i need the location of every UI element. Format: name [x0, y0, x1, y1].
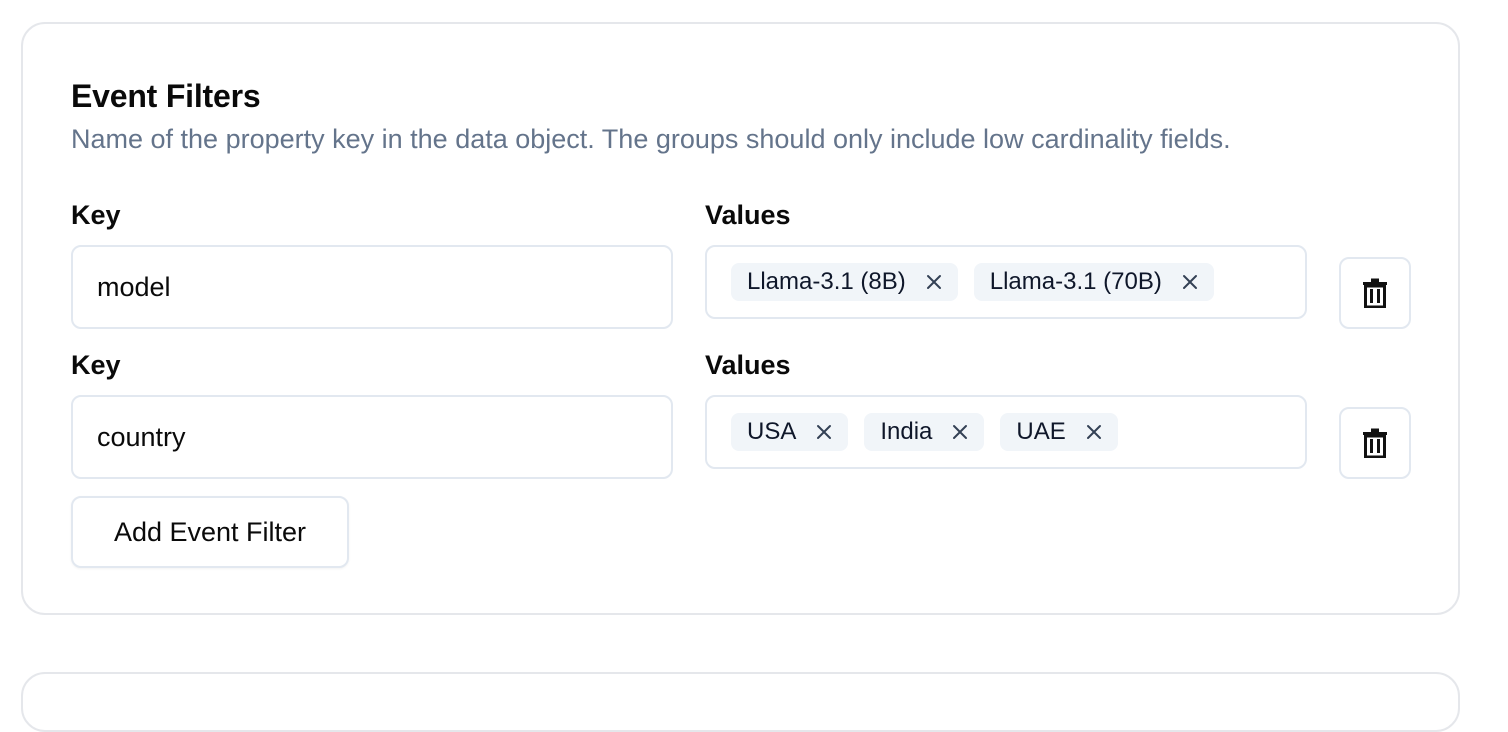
values-input[interactable]: USA India UAE [705, 395, 1307, 469]
key-input[interactable]: country [71, 395, 673, 479]
trash-icon [1363, 428, 1387, 458]
values-input[interactable]: Llama-3.1 (8B) Llama-3.1 (70B) [705, 245, 1307, 319]
values-label: Values [705, 350, 791, 380]
value-chip: USA [731, 413, 849, 451]
key-label: Key [71, 200, 121, 230]
section-description: Name of the property key in the data obj… [71, 124, 1231, 154]
chip-label: UAE [1016, 418, 1066, 445]
next-card [21, 672, 1460, 732]
value-chip: Llama-3.1 (8B) [731, 263, 958, 301]
chip-label: Llama-3.1 (70B) [989, 268, 1162, 295]
value-chip: UAE [1000, 413, 1118, 451]
event-filters-card: Event Filters Name of the property key i… [21, 22, 1460, 615]
add-event-filter-button[interactable]: Add Event Filter [71, 496, 349, 568]
key-label: Key [71, 350, 121, 380]
close-icon[interactable] [1084, 422, 1104, 442]
trash-icon [1363, 278, 1387, 308]
delete-filter-button[interactable] [1339, 257, 1411, 329]
chip-label: USA [747, 418, 797, 445]
close-icon[interactable] [924, 272, 944, 292]
section-title: Event Filters [71, 78, 261, 114]
key-input[interactable]: model [71, 245, 673, 329]
value-chip: Llama-3.1 (70B) [973, 263, 1214, 301]
close-icon[interactable] [1180, 272, 1200, 292]
chip-label: Llama-3.1 (8B) [747, 268, 906, 295]
values-label: Values [705, 200, 791, 230]
close-icon[interactable] [950, 422, 970, 442]
delete-filter-button[interactable] [1339, 407, 1411, 479]
close-icon[interactable] [814, 422, 834, 442]
value-chip: India [864, 413, 985, 451]
chip-label: India [880, 418, 933, 445]
